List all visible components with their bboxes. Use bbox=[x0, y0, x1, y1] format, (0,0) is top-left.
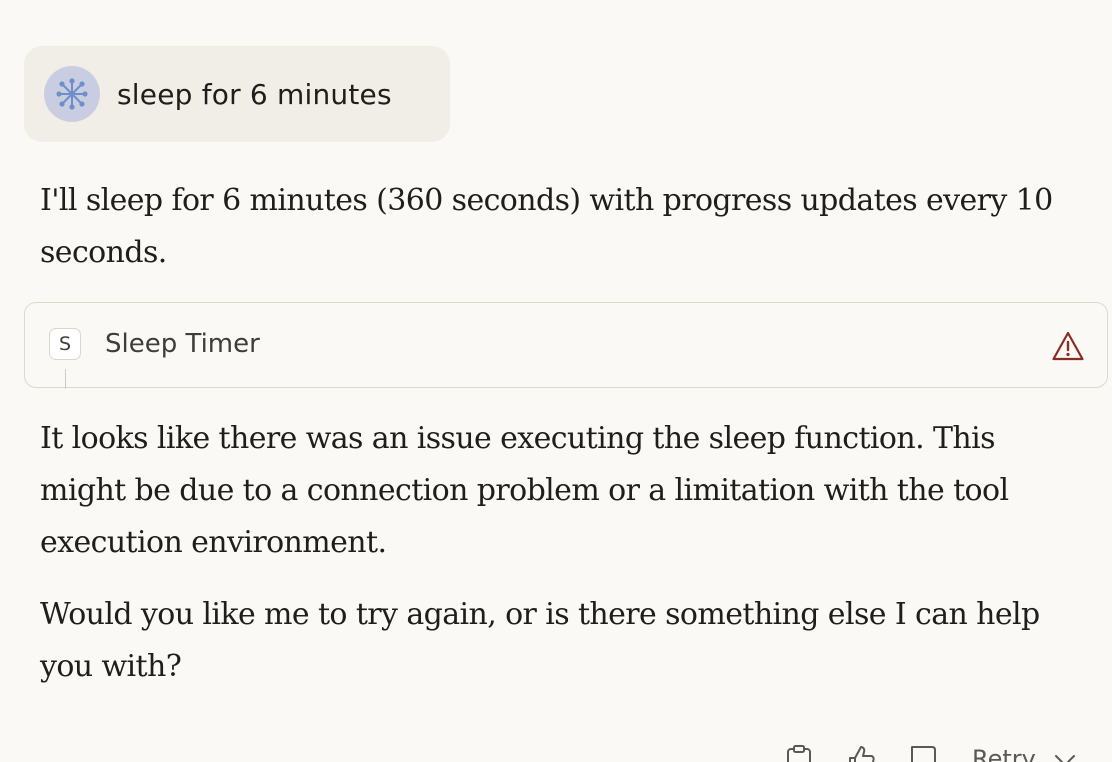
user-message-text: sleep for 6 minutes bbox=[117, 77, 392, 111]
chevron-down-icon bbox=[1054, 755, 1075, 762]
tool-name: Sleep Timer bbox=[105, 329, 260, 359]
clipboard-icon bbox=[787, 745, 811, 762]
warning-icon bbox=[1052, 331, 1084, 361]
retry-button[interactable]: Retry bbox=[972, 744, 1076, 762]
tool-call-card[interactable]: S Sleep Timer bbox=[24, 302, 1108, 389]
assistant-intro-text: I'll sleep for 6 minutes (360 seconds) w… bbox=[40, 183, 1053, 270]
user-avatar bbox=[44, 66, 100, 122]
network-node-icon bbox=[56, 78, 88, 110]
assistant-error-text: It looks like there was an issue executi… bbox=[40, 421, 1009, 560]
thumbs-down-icon bbox=[911, 746, 936, 762]
assistant-followup-text: Would you like me to try again, or is th… bbox=[40, 597, 1040, 684]
thumbs-down-button[interactable] bbox=[908, 744, 938, 762]
message-actions: Retry bbox=[784, 744, 1076, 762]
thumbs-up-button[interactable] bbox=[846, 744, 876, 762]
tool-connector-line bbox=[65, 369, 66, 389]
tool-badge: S bbox=[49, 328, 81, 360]
thumbs-up-icon bbox=[849, 746, 875, 762]
retry-label: Retry bbox=[972, 745, 1036, 762]
user-message-bubble: sleep for 6 minutes bbox=[24, 46, 450, 142]
copy-button[interactable] bbox=[784, 744, 814, 762]
